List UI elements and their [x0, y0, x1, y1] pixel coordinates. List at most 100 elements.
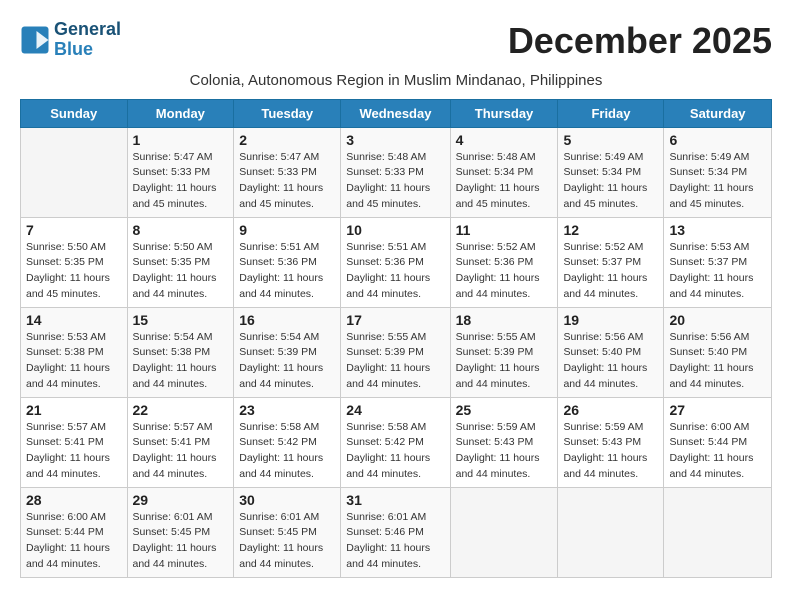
day-number: 9 — [239, 222, 335, 238]
day-number: 5 — [563, 132, 658, 148]
day-number: 18 — [456, 312, 553, 328]
day-number: 14 — [26, 312, 122, 328]
weekday-header-row: SundayMondayTuesdayWednesdayThursdayFrid… — [21, 99, 772, 127]
day-number: 10 — [346, 222, 444, 238]
calendar-cell — [450, 487, 558, 577]
day-number: 6 — [669, 132, 766, 148]
day-info: Sunrise: 5:54 AM Sunset: 5:39 PM Dayligh… — [239, 330, 335, 393]
day-info: Sunrise: 5:49 AM Sunset: 5:34 PM Dayligh… — [669, 150, 766, 213]
calendar-cell: 18 Sunrise: 5:55 AM Sunset: 5:39 PM Dayli… — [450, 307, 558, 397]
calendar-cell: 21 Sunrise: 5:57 AM Sunset: 5:41 PM Dayli… — [21, 397, 128, 487]
day-info: Sunrise: 5:48 AM Sunset: 5:34 PM Dayligh… — [456, 150, 553, 213]
logo-line1: General — [54, 19, 121, 39]
weekday-header-wednesday: Wednesday — [341, 99, 450, 127]
day-number: 26 — [563, 402, 658, 418]
calendar-cell: 2 Sunrise: 5:47 AM Sunset: 5:33 PM Daylig… — [234, 127, 341, 217]
calendar-week-row: 21 Sunrise: 5:57 AM Sunset: 5:41 PM Dayli… — [21, 397, 772, 487]
day-info: Sunrise: 5:56 AM Sunset: 5:40 PM Dayligh… — [563, 330, 658, 393]
day-info: Sunrise: 5:52 AM Sunset: 5:37 PM Dayligh… — [563, 240, 658, 303]
weekday-header-sunday: Sunday — [21, 99, 128, 127]
day-number: 8 — [133, 222, 229, 238]
calendar-week-row: 14 Sunrise: 5:53 AM Sunset: 5:38 PM Dayli… — [21, 307, 772, 397]
calendar-cell: 15Sunrise: 5:54 AM Sunset: 5:38 PM Dayli… — [127, 307, 234, 397]
calendar-cell: 3 Sunrise: 5:48 AM Sunset: 5:33 PM Daylig… — [341, 127, 450, 217]
day-number: 24 — [346, 402, 444, 418]
logo-text: General Blue — [54, 20, 121, 60]
calendar-cell: 10Sunrise: 5:51 AM Sunset: 5:36 PM Dayli… — [341, 217, 450, 307]
day-info: Sunrise: 5:47 AM Sunset: 5:33 PM Dayligh… — [239, 150, 335, 213]
day-info: Sunrise: 6:01 AM Sunset: 5:45 PM Dayligh… — [239, 510, 335, 573]
calendar-cell: 29Sunrise: 6:01 AM Sunset: 5:45 PM Dayli… — [127, 487, 234, 577]
day-info: Sunrise: 5:49 AM Sunset: 5:34 PM Dayligh… — [563, 150, 658, 213]
calendar-cell: 26 Sunrise: 5:59 AM Sunset: 5:43 PM Dayli… — [558, 397, 664, 487]
day-info: Sunrise: 5:57 AM Sunset: 5:41 PM Dayligh… — [26, 420, 122, 483]
day-number: 11 — [456, 222, 553, 238]
day-number: 27 — [669, 402, 766, 418]
day-number: 1 — [133, 132, 229, 148]
day-number: 13 — [669, 222, 766, 238]
day-number: 16 — [239, 312, 335, 328]
weekday-header-thursday: Thursday — [450, 99, 558, 127]
calendar-cell: 7 Sunrise: 5:50 AM Sunset: 5:35 PM Daylig… — [21, 217, 128, 307]
calendar-cell: 14 Sunrise: 5:53 AM Sunset: 5:38 PM Dayli… — [21, 307, 128, 397]
calendar-cell: 1 Sunrise: 5:47 AM Sunset: 5:33 PM Daylig… — [127, 127, 234, 217]
day-info: Sunrise: 6:01 AM Sunset: 5:45 PM Dayligh… — [133, 510, 229, 573]
day-info: Sunrise: 5:50 AM Sunset: 5:35 PM Dayligh… — [133, 240, 229, 303]
logo: General Blue — [20, 20, 121, 60]
day-info: Sunrise: 5:57 AM Sunset: 5:41 PM Dayligh… — [133, 420, 229, 483]
day-info: Sunrise: 5:48 AM Sunset: 5:33 PM Dayligh… — [346, 150, 444, 213]
calendar-week-row: 7 Sunrise: 5:50 AM Sunset: 5:35 PM Daylig… — [21, 217, 772, 307]
calendar-cell: 24 Sunrise: 5:58 AM Sunset: 5:42 PM Dayli… — [341, 397, 450, 487]
month-title: December 2025 — [508, 20, 772, 62]
calendar-cell: 23Sunrise: 5:58 AM Sunset: 5:42 PM Dayli… — [234, 397, 341, 487]
calendar-cell: 9 Sunrise: 5:51 AM Sunset: 5:36 PM Daylig… — [234, 217, 341, 307]
day-info: Sunrise: 5:55 AM Sunset: 5:39 PM Dayligh… — [456, 330, 553, 393]
calendar-table: SundayMondayTuesdayWednesdayThursdayFrid… — [20, 99, 772, 578]
calendar-cell: 12 Sunrise: 5:52 AM Sunset: 5:37 PM Dayli… — [558, 217, 664, 307]
weekday-header-saturday: Saturday — [664, 99, 772, 127]
day-info: Sunrise: 5:50 AM Sunset: 5:35 PM Dayligh… — [26, 240, 122, 303]
calendar-cell: 6 Sunrise: 5:49 AM Sunset: 5:34 PM Daylig… — [664, 127, 772, 217]
day-number: 28 — [26, 492, 122, 508]
day-number: 4 — [456, 132, 553, 148]
logo-line2: Blue — [54, 39, 93, 59]
day-number: 15 — [133, 312, 229, 328]
day-info: Sunrise: 5:59 AM Sunset: 5:43 PM Dayligh… — [563, 420, 658, 483]
day-info: Sunrise: 5:53 AM Sunset: 5:38 PM Dayligh… — [26, 330, 122, 393]
day-info: Sunrise: 6:00 AM Sunset: 5:44 PM Dayligh… — [26, 510, 122, 573]
page-container: General Blue December 2025 Colonia, Auto… — [20, 20, 772, 578]
day-info: Sunrise: 6:01 AM Sunset: 5:46 PM Dayligh… — [346, 510, 444, 573]
day-number: 12 — [563, 222, 658, 238]
day-number: 25 — [456, 402, 553, 418]
calendar-cell: 11 Sunrise: 5:52 AM Sunset: 5:36 PM Dayli… — [450, 217, 558, 307]
day-info: Sunrise: 5:58 AM Sunset: 5:42 PM Dayligh… — [346, 420, 444, 483]
day-number: 21 — [26, 402, 122, 418]
calendar-cell: 4 Sunrise: 5:48 AM Sunset: 5:34 PM Daylig… — [450, 127, 558, 217]
calendar-week-row: 1 Sunrise: 5:47 AM Sunset: 5:33 PM Daylig… — [21, 127, 772, 217]
calendar-cell: 16 Sunrise: 5:54 AM Sunset: 5:39 PM Dayli… — [234, 307, 341, 397]
calendar-cell: 8 Sunrise: 5:50 AM Sunset: 5:35 PM Daylig… — [127, 217, 234, 307]
calendar-cell: 27Sunrise: 6:00 AM Sunset: 5:44 PM Dayli… — [664, 397, 772, 487]
day-info: Sunrise: 5:47 AM Sunset: 5:33 PM Dayligh… — [133, 150, 229, 213]
day-number: 23 — [239, 402, 335, 418]
calendar-cell: 20Sunrise: 5:56 AM Sunset: 5:40 PM Dayli… — [664, 307, 772, 397]
calendar-week-row: 28 Sunrise: 6:00 AM Sunset: 5:44 PM Dayli… — [21, 487, 772, 577]
day-number: 7 — [26, 222, 122, 238]
location-title: Colonia, Autonomous Region in Muslim Min… — [20, 72, 772, 89]
day-number: 2 — [239, 132, 335, 148]
weekday-header-tuesday: Tuesday — [234, 99, 341, 127]
calendar-cell: 17Sunrise: 5:55 AM Sunset: 5:39 PM Dayli… — [341, 307, 450, 397]
day-info: Sunrise: 5:51 AM Sunset: 5:36 PM Dayligh… — [239, 240, 335, 303]
day-info: Sunrise: 5:52 AM Sunset: 5:36 PM Dayligh… — [456, 240, 553, 303]
calendar-cell: 19 Sunrise: 5:56 AM Sunset: 5:40 PM Dayli… — [558, 307, 664, 397]
calendar-cell: 28 Sunrise: 6:00 AM Sunset: 5:44 PM Dayli… — [21, 487, 128, 577]
day-number: 19 — [563, 312, 658, 328]
day-number: 17 — [346, 312, 444, 328]
calendar-cell — [558, 487, 664, 577]
day-number: 30 — [239, 492, 335, 508]
calendar-cell: 22Sunrise: 5:57 AM Sunset: 5:41 PM Dayli… — [127, 397, 234, 487]
day-number: 20 — [669, 312, 766, 328]
day-number: 3 — [346, 132, 444, 148]
calendar-cell: 25Sunrise: 5:59 AM Sunset: 5:43 PM Dayli… — [450, 397, 558, 487]
calendar-cell — [21, 127, 128, 217]
